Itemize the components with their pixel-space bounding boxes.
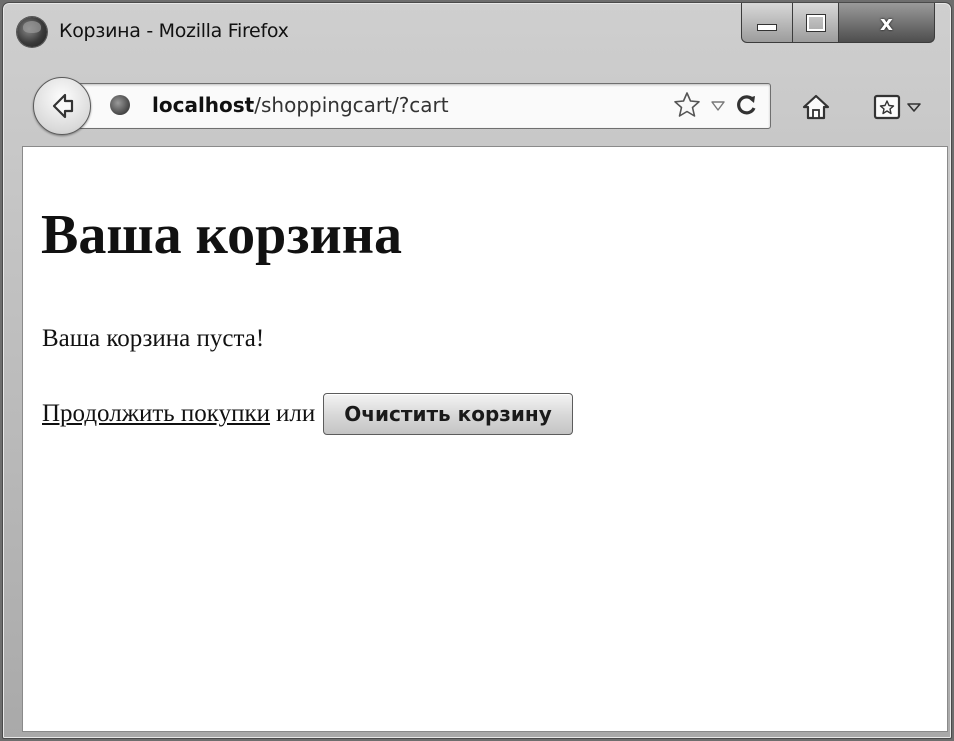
minimize-button[interactable]: [741, 3, 793, 43]
continue-shopping-link[interactable]: Продолжить покупки: [42, 400, 270, 428]
navigation-bar: localhost/shoppingcart/?cart: [3, 65, 951, 145]
chevron-down-icon: [907, 103, 921, 112]
maximize-button[interactable]: [793, 3, 839, 43]
reload-icon[interactable]: [734, 90, 758, 120]
or-text: или: [276, 400, 316, 427]
empty-cart-message: Ваша корзина пуста!: [42, 325, 265, 352]
maximize-icon: [805, 13, 826, 32]
address-bar[interactable]: localhost/shoppingcart/?cart: [69, 83, 771, 129]
url-text[interactable]: localhost/shoppingcart/?cart: [152, 93, 449, 117]
url-path: /shoppingcart/?cart: [254, 93, 449, 117]
bookmarks-button[interactable]: [872, 93, 934, 121]
globe-icon: [110, 95, 130, 115]
back-arrow-icon: [52, 93, 74, 119]
back-button[interactable]: [33, 77, 91, 135]
close-button[interactable]: x: [839, 3, 935, 43]
firefox-logo-icon[interactable]: [17, 17, 47, 47]
dropdown-icon[interactable]: [710, 90, 726, 120]
page-title: Ваша корзина: [41, 204, 403, 266]
bookmarks-icon: [873, 94, 901, 120]
clear-cart-button[interactable]: Очистить корзину: [323, 393, 573, 435]
window-title: Корзина - Mozilla Firefox: [59, 20, 289, 42]
window-controls: x: [741, 3, 949, 43]
cart-actions: Продолжить покупки или Очистить корзину: [42, 393, 573, 435]
browser-window: Корзина - Mozilla Firefox x localhost/sh…: [2, 2, 952, 739]
close-icon: x: [880, 10, 893, 35]
page-content: Ваша корзина Ваша корзина пуста! Продолж…: [22, 146, 948, 732]
title-bar: Корзина - Mozilla Firefox x: [3, 3, 951, 65]
star-icon[interactable]: [672, 90, 702, 120]
minimize-icon: [757, 24, 777, 31]
home-icon[interactable]: [801, 93, 831, 121]
url-host: localhost: [152, 93, 255, 117]
url-actions: [672, 90, 758, 120]
